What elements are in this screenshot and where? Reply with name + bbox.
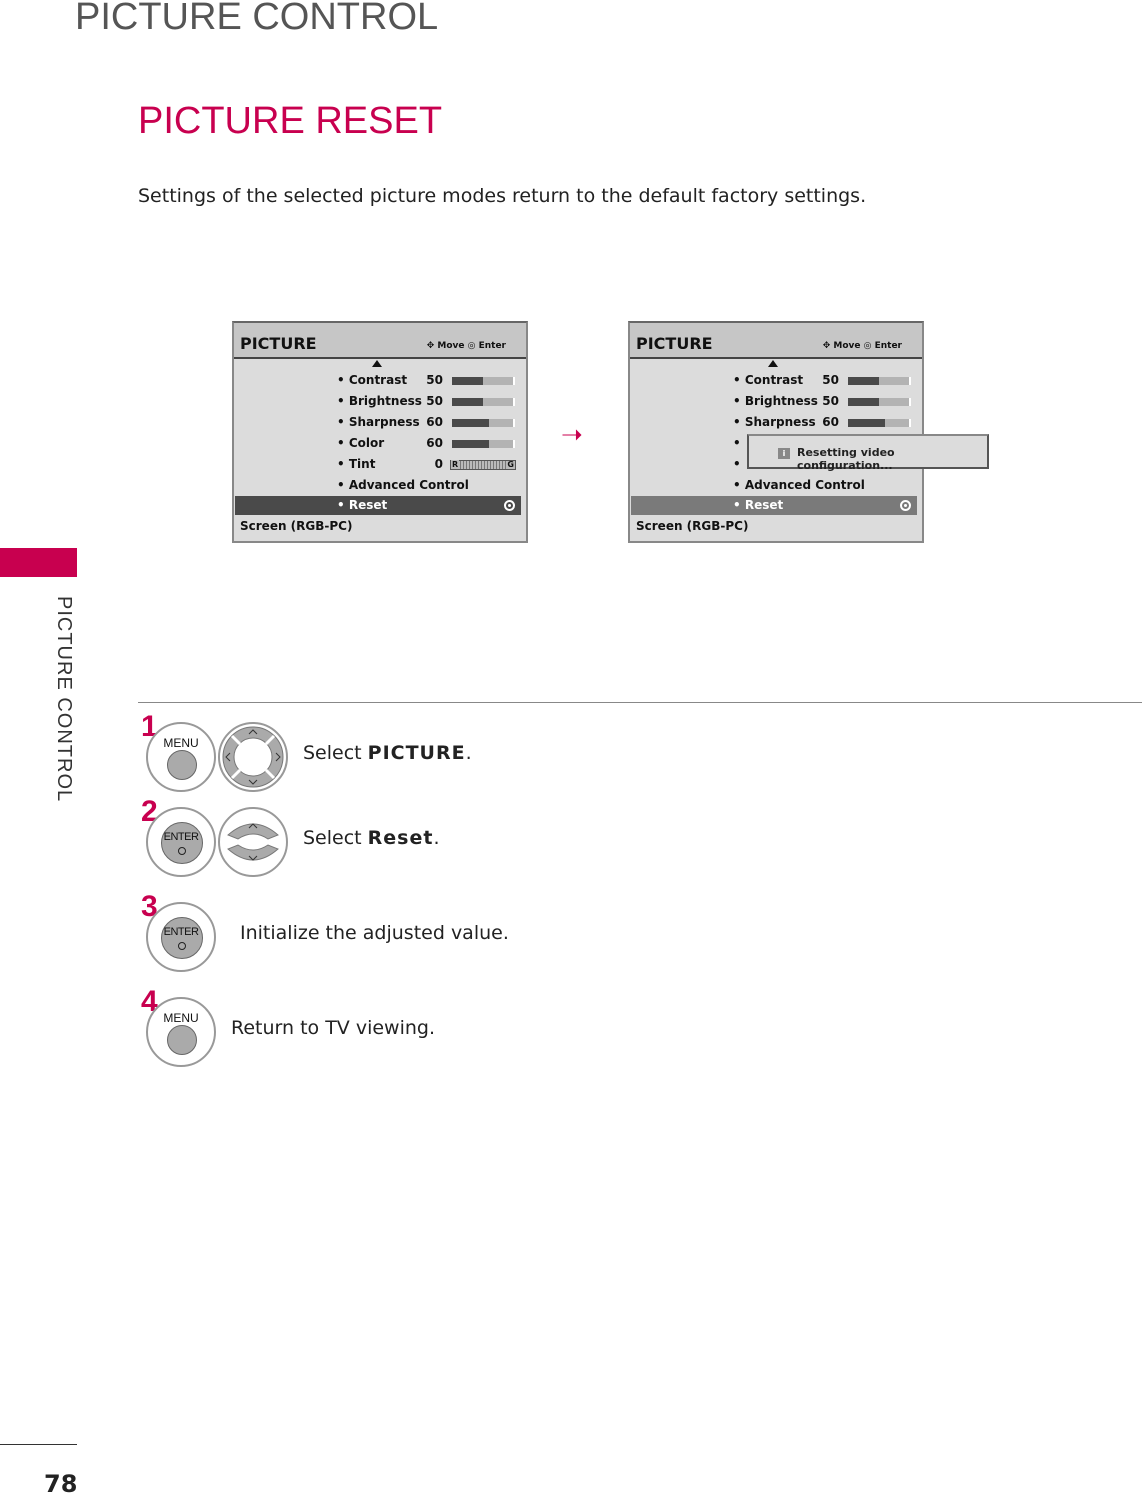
enter-radio-icon xyxy=(504,500,515,511)
menu-item-value: 60 xyxy=(426,436,443,450)
menu-item[interactable]: • Contrast xyxy=(337,373,407,387)
menu-item-value: 0 xyxy=(434,457,443,471)
menu-item-label: • Reset xyxy=(733,498,784,512)
scroll-up-arrow-icon[interactable] xyxy=(372,360,382,367)
menu-button[interactable]: MENU xyxy=(146,997,216,1067)
enter-button-label: ENTER xyxy=(163,831,199,843)
nav-arrows-icon xyxy=(227,823,279,861)
enter-radio-icon xyxy=(900,500,911,511)
step-text-main: Initialize the adjusted value. xyxy=(240,922,509,944)
enter-dot-icon xyxy=(178,942,186,950)
step-text-end: . xyxy=(465,742,472,764)
level-bar-fill xyxy=(848,377,879,385)
step-text-main: Select xyxy=(303,742,368,764)
menu-button[interactable]: MENU xyxy=(146,722,216,792)
page-number: 78 xyxy=(44,1470,78,1498)
tint-slider[interactable]: RG xyxy=(450,460,516,470)
nav-updown-button[interactable] xyxy=(218,807,288,877)
enter-button-label: ENTER xyxy=(163,926,199,938)
level-bar[interactable] xyxy=(848,398,911,406)
step-text-bold: Reset xyxy=(367,827,434,849)
menu-item-label: • Reset xyxy=(337,498,388,512)
step-text-main: Return to TV viewing. xyxy=(231,1017,436,1039)
arrow-right-icon: ➝ xyxy=(561,420,583,450)
menu-item-value: 50 xyxy=(426,373,443,387)
level-bar[interactable] xyxy=(452,377,515,385)
step-text: Select Reset. xyxy=(303,827,440,849)
menu-button-label: MENU xyxy=(163,736,199,750)
level-bar-fill xyxy=(452,419,489,427)
menu-item-value: 60 xyxy=(822,415,839,429)
level-bar-fill xyxy=(848,419,885,427)
menu-button-face xyxy=(167,1025,197,1055)
reset-popup: i Resetting video configuration... xyxy=(747,434,989,472)
enter-dot-icon xyxy=(178,847,186,855)
menu-header: PICTURE ✥ Move ◎ Enter xyxy=(234,323,526,359)
menu-item[interactable]: • Brightness xyxy=(337,394,422,408)
footer-divider xyxy=(0,1444,77,1445)
page-header-title: PICTURE CONTROL xyxy=(75,0,439,38)
menu-item-value: 50 xyxy=(822,394,839,408)
level-bar-fill xyxy=(452,398,483,406)
section-divider xyxy=(138,702,1142,703)
menu-item[interactable]: • Advanced Control xyxy=(337,478,469,492)
menu-hint: ✥ Move ◎ Enter xyxy=(822,341,902,351)
menu-footer: Screen (RGB-PC) xyxy=(240,519,353,533)
level-bar[interactable] xyxy=(848,419,911,427)
step-text: Select PICTURE. xyxy=(303,742,472,764)
menu-title: PICTURE xyxy=(636,334,713,353)
side-tab-marker xyxy=(0,548,77,577)
picture-menu-before: PICTURE ✥ Move ◎ Enter • Contrast 50 • Brigh… xyxy=(232,321,528,543)
side-section-label: PICTURE CONTROL xyxy=(53,596,75,803)
scroll-up-arrow-icon[interactable] xyxy=(768,360,778,367)
menu-footer: Screen (RGB-PC) xyxy=(636,519,749,533)
menu-item-value: 60 xyxy=(426,415,443,429)
level-bar[interactable] xyxy=(848,377,911,385)
menu-button-label: MENU xyxy=(163,1011,199,1025)
step-text-end: . xyxy=(433,827,440,849)
menu-title: PICTURE xyxy=(240,334,317,353)
step-text: Return to TV viewing. xyxy=(231,1017,435,1039)
menu-item[interactable]: • Advanced Control xyxy=(733,478,865,492)
picture-menu-after: PICTURE ✥ Move ◎ Enter • Contrast 50 • Brigh… xyxy=(628,321,924,543)
enter-button[interactable]: ENTER xyxy=(146,902,216,972)
menu-button-face xyxy=(167,750,197,780)
menu-item[interactable]: • Contrast xyxy=(733,373,803,387)
step-text-bold: PICTURE xyxy=(367,742,466,764)
menu-header: PICTURE ✥ Move ◎ Enter xyxy=(630,323,922,359)
step-text: Initialize the adjusted value. xyxy=(240,922,509,944)
level-bar[interactable] xyxy=(452,419,515,427)
section-title: PICTURE RESET xyxy=(138,100,443,142)
menu-item[interactable]: • Sharpness xyxy=(337,415,420,429)
step-text-main: Select xyxy=(303,827,368,849)
menu-item-selected[interactable]: • Reset xyxy=(631,496,917,515)
menu-item[interactable]: • xyxy=(733,457,741,471)
tint-right-label: G xyxy=(506,460,515,469)
menu-hint: ✥ Move ◎ Enter xyxy=(426,341,506,351)
level-bar-fill xyxy=(452,440,489,448)
menu-item[interactable]: • Tint xyxy=(337,457,375,471)
nav-arrows-icon xyxy=(222,726,284,788)
level-bar-fill xyxy=(452,377,483,385)
menu-item-value: 50 xyxy=(822,373,839,387)
tint-left-label: R xyxy=(451,460,460,469)
intro-text: Settings of the selected picture modes r… xyxy=(138,185,867,207)
menu-item[interactable]: • Brightness xyxy=(733,394,818,408)
level-bar-fill xyxy=(848,398,879,406)
enter-button[interactable]: ENTER xyxy=(146,807,216,877)
popup-message: Resetting video configuration... xyxy=(797,446,895,472)
info-icon: i xyxy=(778,448,790,459)
level-bar[interactable] xyxy=(452,440,515,448)
level-bar[interactable] xyxy=(452,398,515,406)
menu-item[interactable]: • Color xyxy=(337,436,384,450)
menu-item[interactable]: • Sharpness xyxy=(733,415,816,429)
menu-item[interactable]: • xyxy=(733,436,741,450)
enter-button-face xyxy=(161,822,203,864)
nav-4way-button[interactable] xyxy=(218,722,288,792)
enter-button-face xyxy=(161,917,203,959)
menu-item-selected[interactable]: • Reset xyxy=(235,496,521,515)
menu-item-value: 50 xyxy=(426,394,443,408)
